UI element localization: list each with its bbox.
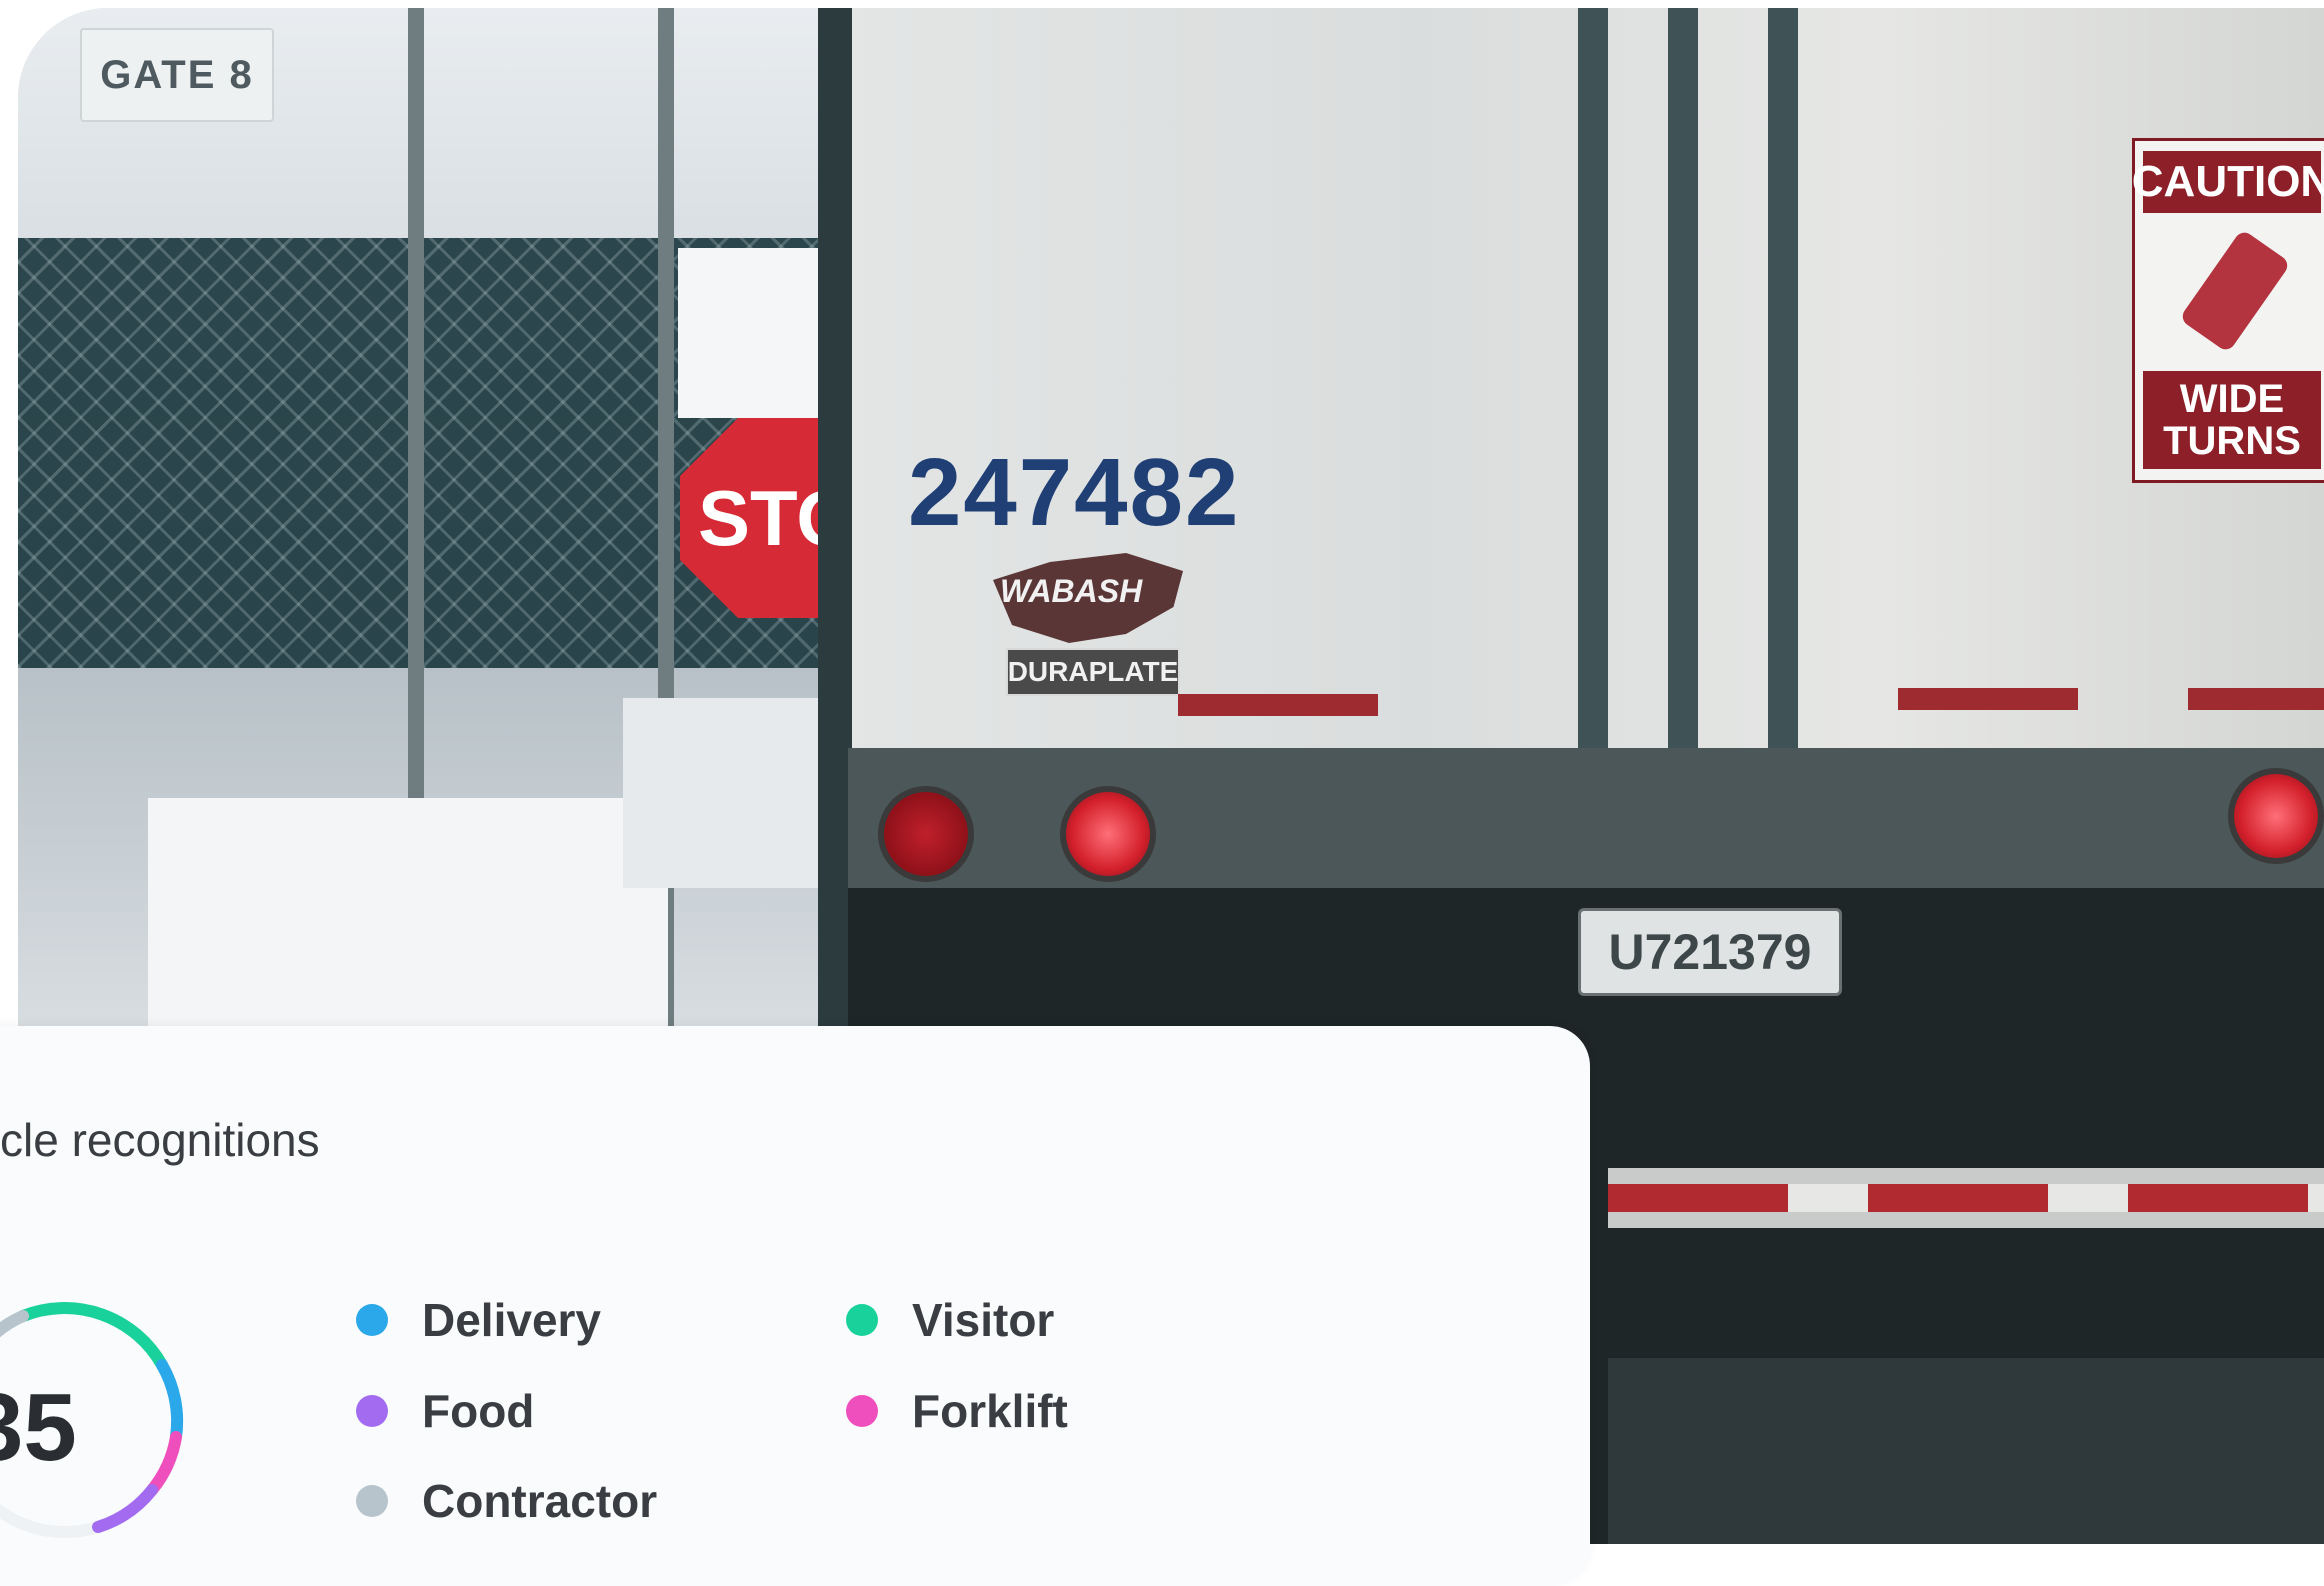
tail-light-icon xyxy=(878,786,974,882)
legend-label: Delivery xyxy=(422,1294,602,1346)
legend-item-forklift: Forklift xyxy=(846,1384,1068,1438)
caution-label: CAUTION xyxy=(2132,151,2324,213)
caution-sign: CAUTION WIDE TURNS xyxy=(2132,138,2324,483)
door-bar xyxy=(1768,8,1798,768)
tail-light-icon xyxy=(2228,768,2324,864)
license-plate: U721379 xyxy=(1578,908,1842,996)
legend-label: Food xyxy=(422,1385,535,1437)
donut-segment-visitor xyxy=(17,1302,168,1371)
legend-dot xyxy=(846,1304,878,1336)
tail-light-icon xyxy=(1060,786,1156,882)
reflective-stripe xyxy=(2188,688,2324,710)
brand-badge: DURAPLATE xyxy=(1006,648,1180,696)
trailer-edge xyxy=(818,8,852,1108)
white-sign xyxy=(678,248,838,418)
donut-segment-food xyxy=(92,1484,158,1533)
reflective-stripe xyxy=(1178,694,1378,716)
card-title: cle recognitions xyxy=(0,1114,320,1166)
legend-label: Visitor xyxy=(912,1294,1055,1346)
legend-dot xyxy=(356,1395,388,1427)
guard-stripe xyxy=(1608,1184,2324,1212)
brand-name: WABASH xyxy=(1000,573,1143,609)
legend-item-delivery: Delivery xyxy=(356,1293,601,1347)
gate-sign: GATE 8 xyxy=(80,28,274,122)
door-bar xyxy=(1668,8,1698,768)
donut-segment-forklift xyxy=(146,1431,182,1496)
legend-dot xyxy=(356,1304,388,1336)
legend-dot xyxy=(846,1395,878,1427)
wide-turns-label: WIDE TURNS xyxy=(2143,371,2321,469)
legend-label: Forklift xyxy=(912,1385,1068,1437)
recognitions-count: 35 xyxy=(0,1374,77,1481)
ground xyxy=(1608,1358,2324,1544)
donut-segment-delivery xyxy=(156,1359,184,1443)
reflective-stripe xyxy=(1898,688,2078,710)
legend-dot xyxy=(356,1485,388,1517)
legend-item-contractor: Contractor xyxy=(356,1474,657,1528)
legend-item-food: Food xyxy=(356,1384,534,1438)
trailer-number: 247482 xyxy=(908,439,1241,546)
warning-panel xyxy=(623,698,843,888)
recognitions-card xyxy=(0,1026,1590,1586)
truck-turn-icon xyxy=(2178,228,2292,354)
legend-label: Contractor xyxy=(422,1475,658,1527)
legend-item-visitor: Visitor xyxy=(846,1293,1054,1347)
door-bar xyxy=(1578,8,1608,768)
